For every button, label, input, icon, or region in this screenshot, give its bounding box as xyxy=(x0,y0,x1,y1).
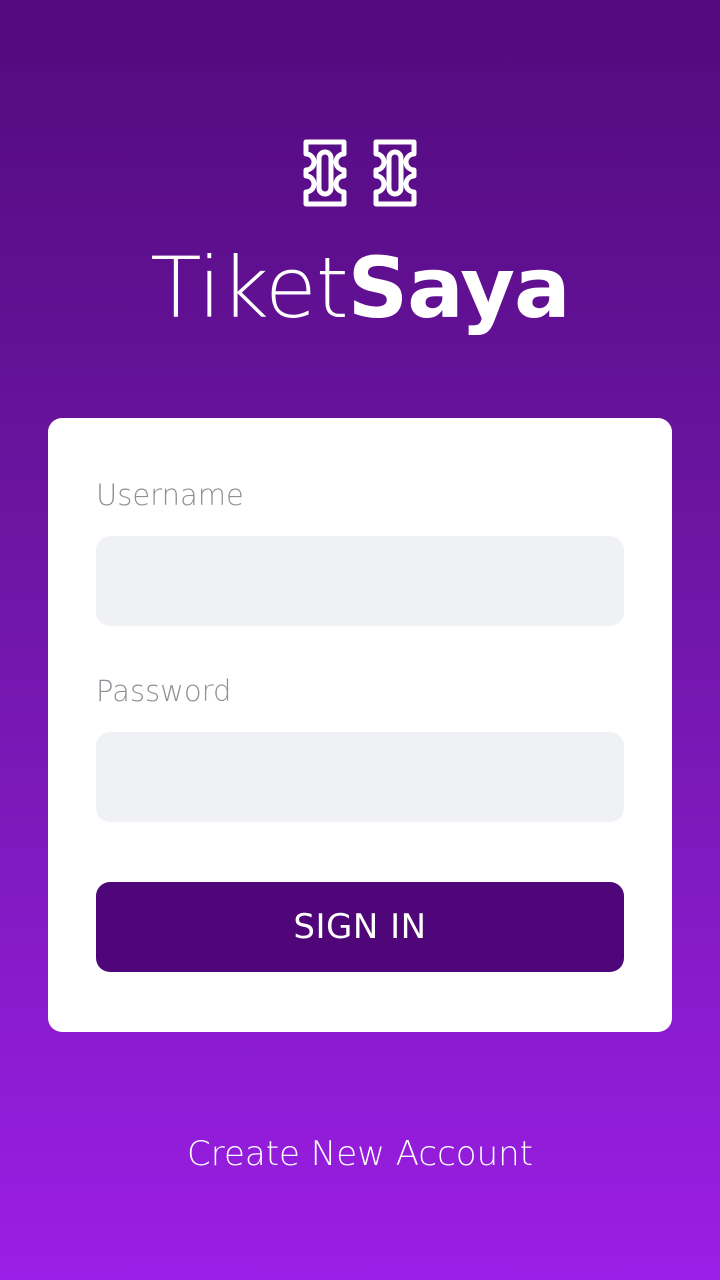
username-label: Username xyxy=(96,478,244,512)
app-title: TiketSaya xyxy=(0,238,720,338)
create-account-link[interactable]: Create New Account xyxy=(0,1134,720,1174)
password-label: Password xyxy=(96,674,232,708)
app-title-bold: Saya xyxy=(347,239,571,337)
ticket-icon xyxy=(303,139,417,207)
app-logo xyxy=(0,138,720,212)
password-input[interactable] xyxy=(96,732,624,822)
username-input[interactable] xyxy=(96,536,624,626)
login-card: Username Password SIGN IN xyxy=(48,418,672,1032)
sign-in-button[interactable]: SIGN IN xyxy=(96,882,624,972)
app-title-light: Tiket xyxy=(150,239,348,337)
